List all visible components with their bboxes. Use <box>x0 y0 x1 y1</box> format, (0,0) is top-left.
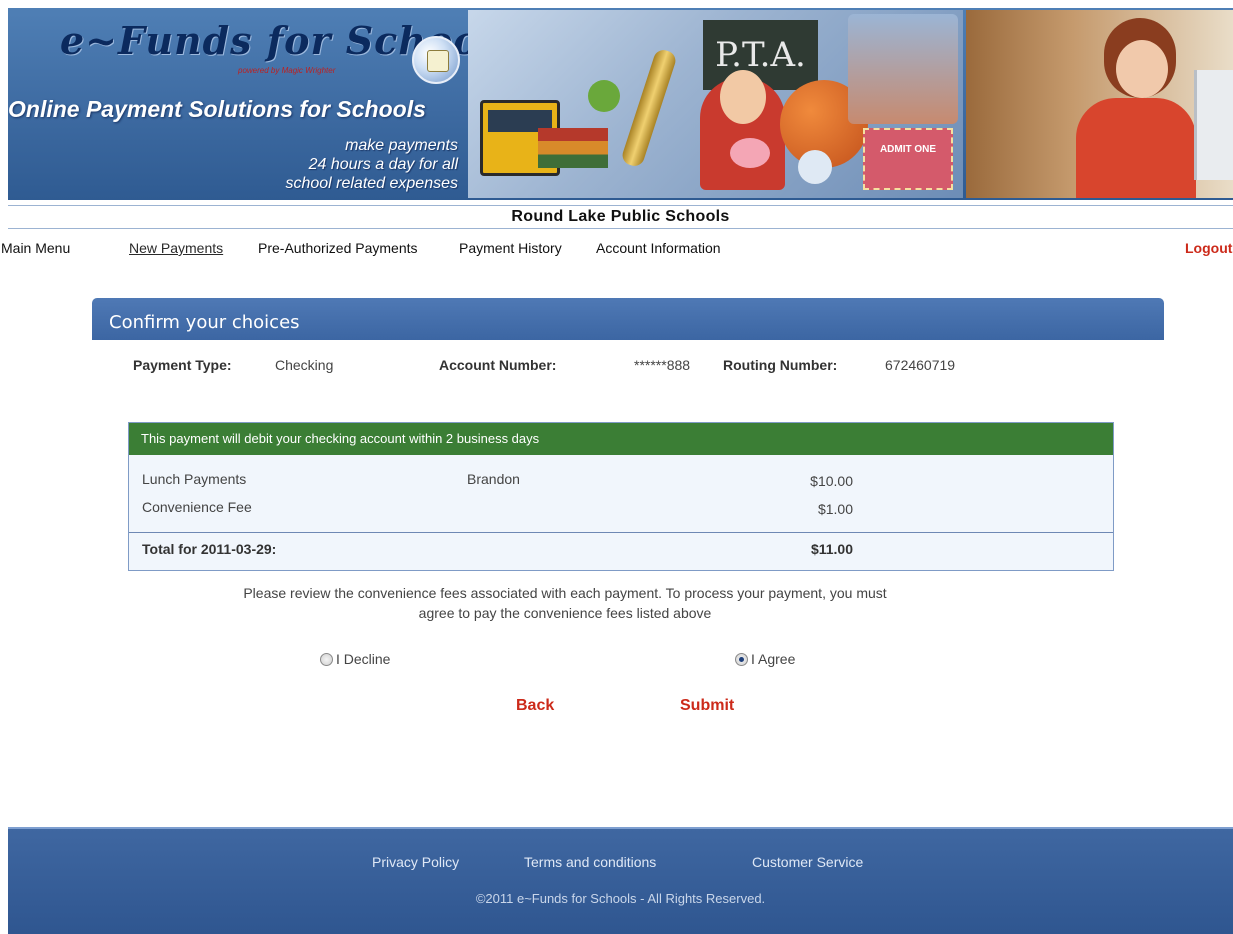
piggy-bank-illustration <box>730 138 770 168</box>
agree-option[interactable]: I Agree <box>735 651 795 667</box>
agree-radio[interactable] <box>735 653 748 666</box>
notice-line-2: agree to pay the convenience fees listed… <box>418 605 712 621</box>
apple-illustration <box>588 80 620 112</box>
payment-type-label: Payment Type: <box>133 357 232 373</box>
submit-button[interactable]: Submit <box>680 697 734 715</box>
books-illustration <box>538 128 608 168</box>
slogan-line-2: 24 hours a day for all <box>308 156 458 173</box>
row-amount: $10.00 <box>810 473 853 489</box>
routing-number-label: Routing Number: <box>723 357 838 373</box>
privacy-policy-link[interactable]: Privacy Policy <box>372 854 459 870</box>
account-number-label: Account Number: <box>439 357 557 373</box>
laptop-illustration <box>1194 70 1233 180</box>
children-group-photo <box>848 14 958 124</box>
summary-header: This payment will debit your checking ac… <box>129 423 1113 455</box>
footer: Privacy Policy Terms and conditions Cust… <box>8 827 1233 934</box>
school-name: Round Lake Public Schools <box>511 208 730 225</box>
routing-number-value: 672460719 <box>885 357 956 373</box>
header-banner: e~Funds for Schools powered by Magic Wri… <box>8 8 1233 200</box>
slogan-line-1: make payments <box>345 137 458 154</box>
nav-main-menu[interactable]: Main Menu <box>1 240 70 256</box>
confirm-panel-header: Confirm your choices <box>92 298 1164 340</box>
back-button[interactable]: Back <box>516 697 554 715</box>
slogan-line-3: school related expenses <box>285 175 458 192</box>
nav-pre-authorized-payments[interactable]: Pre-Authorized Payments <box>258 240 418 256</box>
total-amount: $11.00 <box>810 541 853 557</box>
row-student: Brandon <box>467 471 520 487</box>
account-number-value: ******888 <box>634 357 691 373</box>
nav-account-information[interactable]: Account Information <box>596 240 721 256</box>
customer-service-link[interactable]: Customer Service <box>752 854 863 870</box>
row-amount: $1.00 <box>817 501 853 517</box>
decline-radio[interactable] <box>320 653 333 666</box>
globe-logo-icon <box>412 36 460 84</box>
copyright-text: ©2011 e~Funds for Schools - All Rights R… <box>475 891 766 906</box>
payment-summary-table: This payment will debit your checking ac… <box>128 422 1114 571</box>
payment-type-value: Checking <box>275 357 334 373</box>
notice-line-1: Please review the convenience fees assoc… <box>243 585 887 601</box>
decline-label: I Decline <box>336 651 391 667</box>
total-label: Total for 2011-03-29: <box>142 541 277 557</box>
total-divider <box>129 532 1113 533</box>
baseball-illustration <box>798 150 832 184</box>
terms-link[interactable]: Terms and conditions <box>524 854 656 870</box>
nav-new-payments[interactable]: New Payments <box>129 240 223 256</box>
tagline: Online Payment Solutions for Schools <box>8 96 426 122</box>
admit-one-tickets: ADMIT ONE <box>863 128 953 190</box>
logout-link[interactable]: Logout <box>1185 240 1232 256</box>
nav-payment-history[interactable]: Payment History <box>459 240 562 256</box>
woman-with-card-photo <box>966 10 1233 198</box>
row-item: Convenience Fee <box>142 499 252 515</box>
convenience-fee-notice: Please review the convenience fees assoc… <box>130 583 1000 623</box>
main-nav: Main Menu New Payments Pre-Authorized Pa… <box>0 240 1233 260</box>
school-name-bar: Round Lake Public Schools <box>8 205 1233 229</box>
slogan: make payments 24 hours a day for all sch… <box>258 136 458 193</box>
powered-by-text: powered by Magic Wrighter <box>238 66 336 75</box>
school-collage-image: P.T.A. ADMIT ONE <box>468 10 963 198</box>
agree-label: I Agree <box>751 651 796 667</box>
row-item: Lunch Payments <box>142 471 247 487</box>
saxophone-illustration <box>619 47 679 169</box>
decline-option[interactable]: I Decline <box>320 651 390 667</box>
page-title: Confirm your choices <box>109 312 300 333</box>
